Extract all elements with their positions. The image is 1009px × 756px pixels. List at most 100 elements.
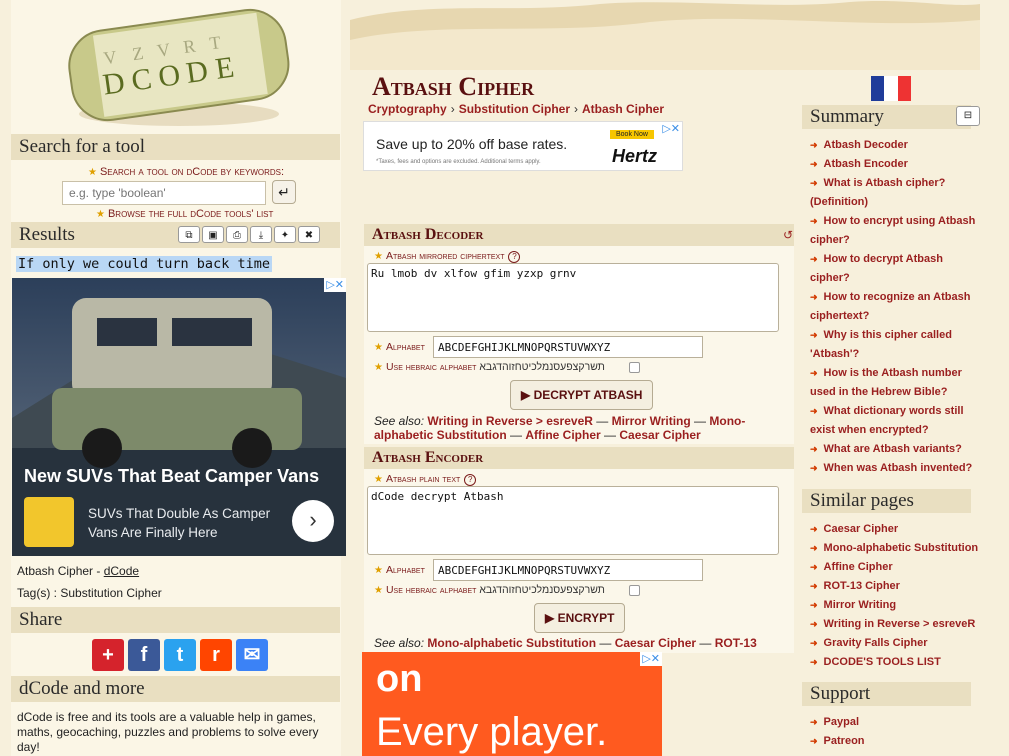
parchment-header	[350, 1, 980, 70]
play-icon: ▶	[521, 388, 534, 402]
reset-icon[interactable]: ↺	[783, 228, 793, 242]
arrow-icon: ➜	[810, 178, 818, 188]
arrow-icon: ➜	[810, 638, 818, 648]
support-item[interactable]: ➜ Patreon	[810, 732, 982, 751]
summary-item[interactable]: ➜ When was Atbash invented?	[810, 459, 982, 478]
suv-ad-headline: New SUVs That Beat Camper Vans	[24, 466, 320, 486]
encoder-title: Atbash Encoder	[364, 447, 794, 469]
star-icon: ★	[374, 585, 383, 596]
collapse-icon[interactable]: ⊟	[956, 106, 980, 126]
print-icon[interactable]: ⎙	[226, 226, 248, 243]
chevron-right-icon[interactable]: ›	[292, 500, 334, 542]
on-logo: on	[376, 658, 423, 700]
encoder-plaintext-input[interactable]: dCode decrypt Atbash	[367, 486, 779, 555]
see-also-link[interactable]: Mono-alphabetic Substitution	[427, 636, 596, 650]
download-icon[interactable]: ⤓	[250, 226, 272, 243]
ad-choices-icon[interactable]: ▷✕	[660, 122, 682, 136]
similar-item[interactable]: ➜ Writing in Reverse > esreveR	[810, 615, 982, 634]
dcode-home-link[interactable]: dCode	[104, 564, 139, 578]
share-plus-icon[interactable]: +	[92, 639, 124, 671]
hertz-ad-small: *Taxes, fees and options are excluded. A…	[376, 159, 541, 165]
summary-item[interactable]: ➜ How to recognize an Atbash ciphertext?	[810, 288, 982, 326]
summary-item[interactable]: ➜ What are Atbash variants?	[810, 440, 982, 459]
summary-item[interactable]: ➜ What dictionary words still exist when …	[810, 402, 982, 440]
help-icon[interactable]: ?	[464, 474, 477, 486]
support-item[interactable]: ➜ Paypal	[810, 713, 982, 732]
breadcrumb-separator: ›	[574, 102, 579, 116]
tool-name-line: Atbash Cipher - dCode	[17, 564, 140, 578]
search-go-button[interactable]: ↵	[272, 180, 296, 204]
decrypt-button[interactable]: ▶ DECRYPT ATBASH	[510, 380, 654, 410]
similar-item[interactable]: ➜ DCODE'S TOOLS LIST	[810, 653, 982, 672]
hertz-logo: Hertz	[612, 146, 658, 166]
support-list: ➜ Paypal ➜ Patreon	[810, 713, 982, 751]
star-icon: ★	[374, 362, 383, 373]
twitter-icon[interactable]: t	[164, 639, 196, 671]
ad-hertz[interactable]: Save up to 20% off base rates. *Taxes, f…	[363, 121, 683, 171]
see-also-link[interactable]: Writing in Reverse > esreveR	[427, 414, 593, 428]
decoder-alphabet-input[interactable]	[433, 336, 703, 358]
see-also-link[interactable]: Affine Cipher	[525, 428, 600, 442]
hertz-book-button[interactable]: Book Now	[610, 130, 654, 139]
arrow-icon: ➜	[810, 657, 818, 667]
see-also-link[interactable]: Mirror Writing	[612, 414, 691, 428]
search-input[interactable]	[62, 181, 266, 205]
encoder-hebrew-checkbox[interactable]	[629, 585, 640, 596]
summary-item[interactable]: ➜ Atbash Decoder	[810, 136, 982, 155]
more-text: dCode is free and its tools are a valuab…	[17, 710, 319, 754]
results-toolbar: ⧉ ▣ ⎙ ⤓ ✦ ✖	[176, 226, 320, 243]
dcode-logo[interactable]: V Z V R T D C O D E	[48, 2, 310, 130]
browse-tools-link[interactable]: ★ Browse the full dCode tools' list	[96, 208, 273, 220]
ad-bottom[interactable]: on Every player. ▷✕	[362, 652, 662, 756]
facebook-icon[interactable]: f	[128, 639, 160, 671]
ad-suv[interactable]: ▷✕ New SUVs That Beat Camper Vans SUVs T…	[12, 278, 346, 556]
breadcrumb-atbash[interactable]: Atbash Cipher	[582, 102, 664, 116]
svg-text:V: V	[156, 39, 172, 61]
svg-text:V: V	[102, 47, 118, 69]
screenshot-icon[interactable]: ▣	[202, 226, 224, 243]
arrow-icon: ➜	[810, 717, 818, 727]
play-icon: ▶	[545, 611, 558, 625]
decoder-hebrew-checkbox[interactable]	[629, 362, 640, 373]
breadcrumb-cryptography[interactable]: Cryptography	[368, 102, 447, 116]
encoder-alphabet-input[interactable]	[433, 559, 703, 581]
see-also-link[interactable]: Caesar Cipher	[615, 636, 696, 650]
star-icon: ★	[374, 474, 383, 485]
arrow-icon: ➜	[810, 368, 818, 378]
decoder-see-also: See also: Writing in Reverse > esreveR —…	[374, 414, 746, 442]
similar-item[interactable]: ➜ Mono-alphabetic Substitution	[810, 539, 982, 558]
similar-item[interactable]: ➜ Caesar Cipher	[810, 520, 982, 539]
copy-icon[interactable]: ⧉	[178, 226, 200, 243]
arrow-icon: ➜	[810, 140, 818, 150]
similar-item[interactable]: ➜ Mirror Writing	[810, 596, 982, 615]
arrow-icon: ➜	[810, 159, 818, 169]
ad-choices-icon[interactable]: ▷✕	[640, 652, 662, 666]
encrypt-button[interactable]: ▶ ENCRYPT	[534, 603, 626, 633]
ad-choices-icon[interactable]: ▷✕	[324, 278, 346, 292]
similar-item[interactable]: ➜ Gravity Falls Cipher	[810, 634, 982, 653]
summary-item[interactable]: ➜ How is the Atbash number used in the He…	[810, 364, 982, 402]
similar-item[interactable]: ➜ ROT-13 Cipher	[810, 577, 982, 596]
arrow-icon: ➜	[810, 254, 818, 264]
summary-item[interactable]: ➜ Why is this cipher called 'Atbash'?	[810, 326, 982, 364]
summary-item[interactable]: ➜ How to decrypt Atbash cipher?	[810, 250, 982, 288]
svg-text:D: D	[101, 66, 127, 102]
summary-item[interactable]: ➜ Atbash Encoder	[810, 155, 982, 174]
close-icon[interactable]: ✖	[298, 226, 320, 243]
see-also-link[interactable]: Caesar Cipher	[619, 428, 700, 442]
summary-item[interactable]: ➜ How to encrypt using Atbash cipher?	[810, 212, 982, 250]
arrow-icon: ➜	[810, 444, 818, 454]
summary-item[interactable]: ➜ What is Atbash cipher? (Definition)	[810, 174, 982, 212]
arrow-icon: ➜	[810, 736, 818, 746]
help-icon[interactable]: ?	[508, 251, 521, 263]
arrow-icon: ➜	[810, 581, 818, 591]
result-output[interactable]: If only we could turn back time	[16, 256, 272, 272]
similar-item[interactable]: ➜ Affine Cipher	[810, 558, 982, 577]
breadcrumb-substitution[interactable]: Substitution Cipher	[459, 102, 570, 116]
pin-icon[interactable]: ✦	[274, 226, 296, 243]
email-icon[interactable]: ✉	[236, 639, 268, 671]
reddit-icon[interactable]: r	[200, 639, 232, 671]
french-flag-icon[interactable]	[871, 76, 911, 101]
decoder-cipher-label: ★ Atbash mirrored ciphertext?	[374, 250, 521, 263]
decoder-ciphertext-input[interactable]: Ru lmob dv xlfow gfim yzxp grnv	[367, 263, 779, 332]
